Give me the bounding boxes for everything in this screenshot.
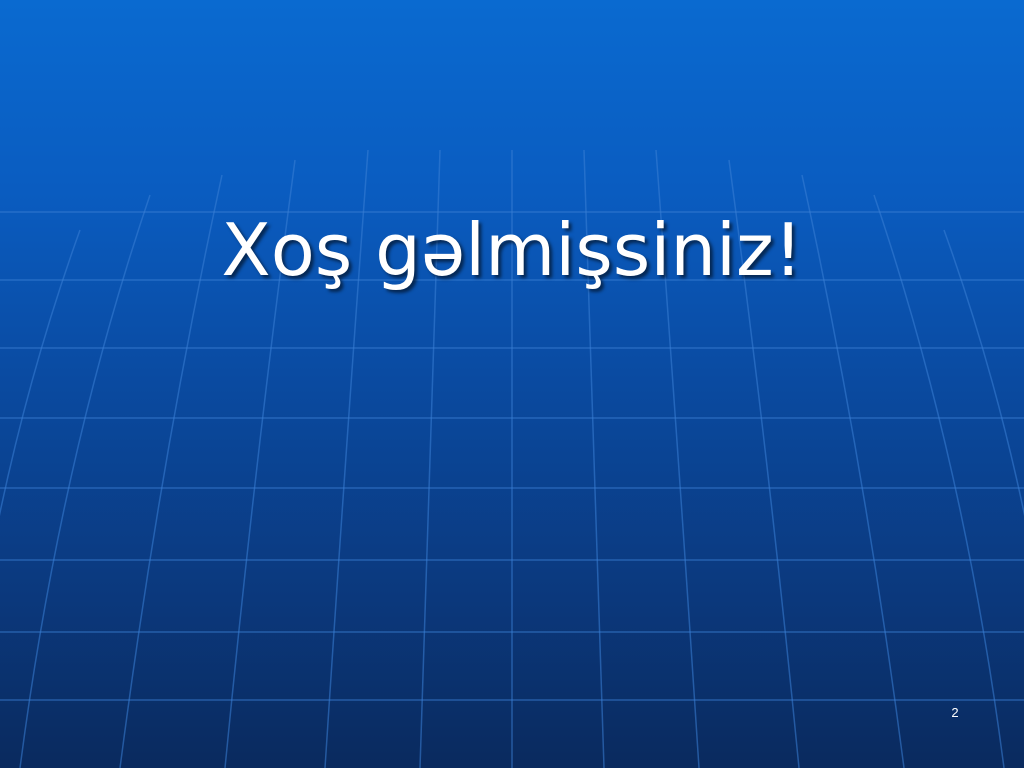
globe-grid-background — [0, 149, 1024, 768]
slide-title: Xoş gəlmişsiniz! — [221, 208, 803, 292]
slide: Xoş gəlmişsiniz! 2 — [0, 0, 1024, 768]
slide-number: 2 — [951, 705, 959, 720]
